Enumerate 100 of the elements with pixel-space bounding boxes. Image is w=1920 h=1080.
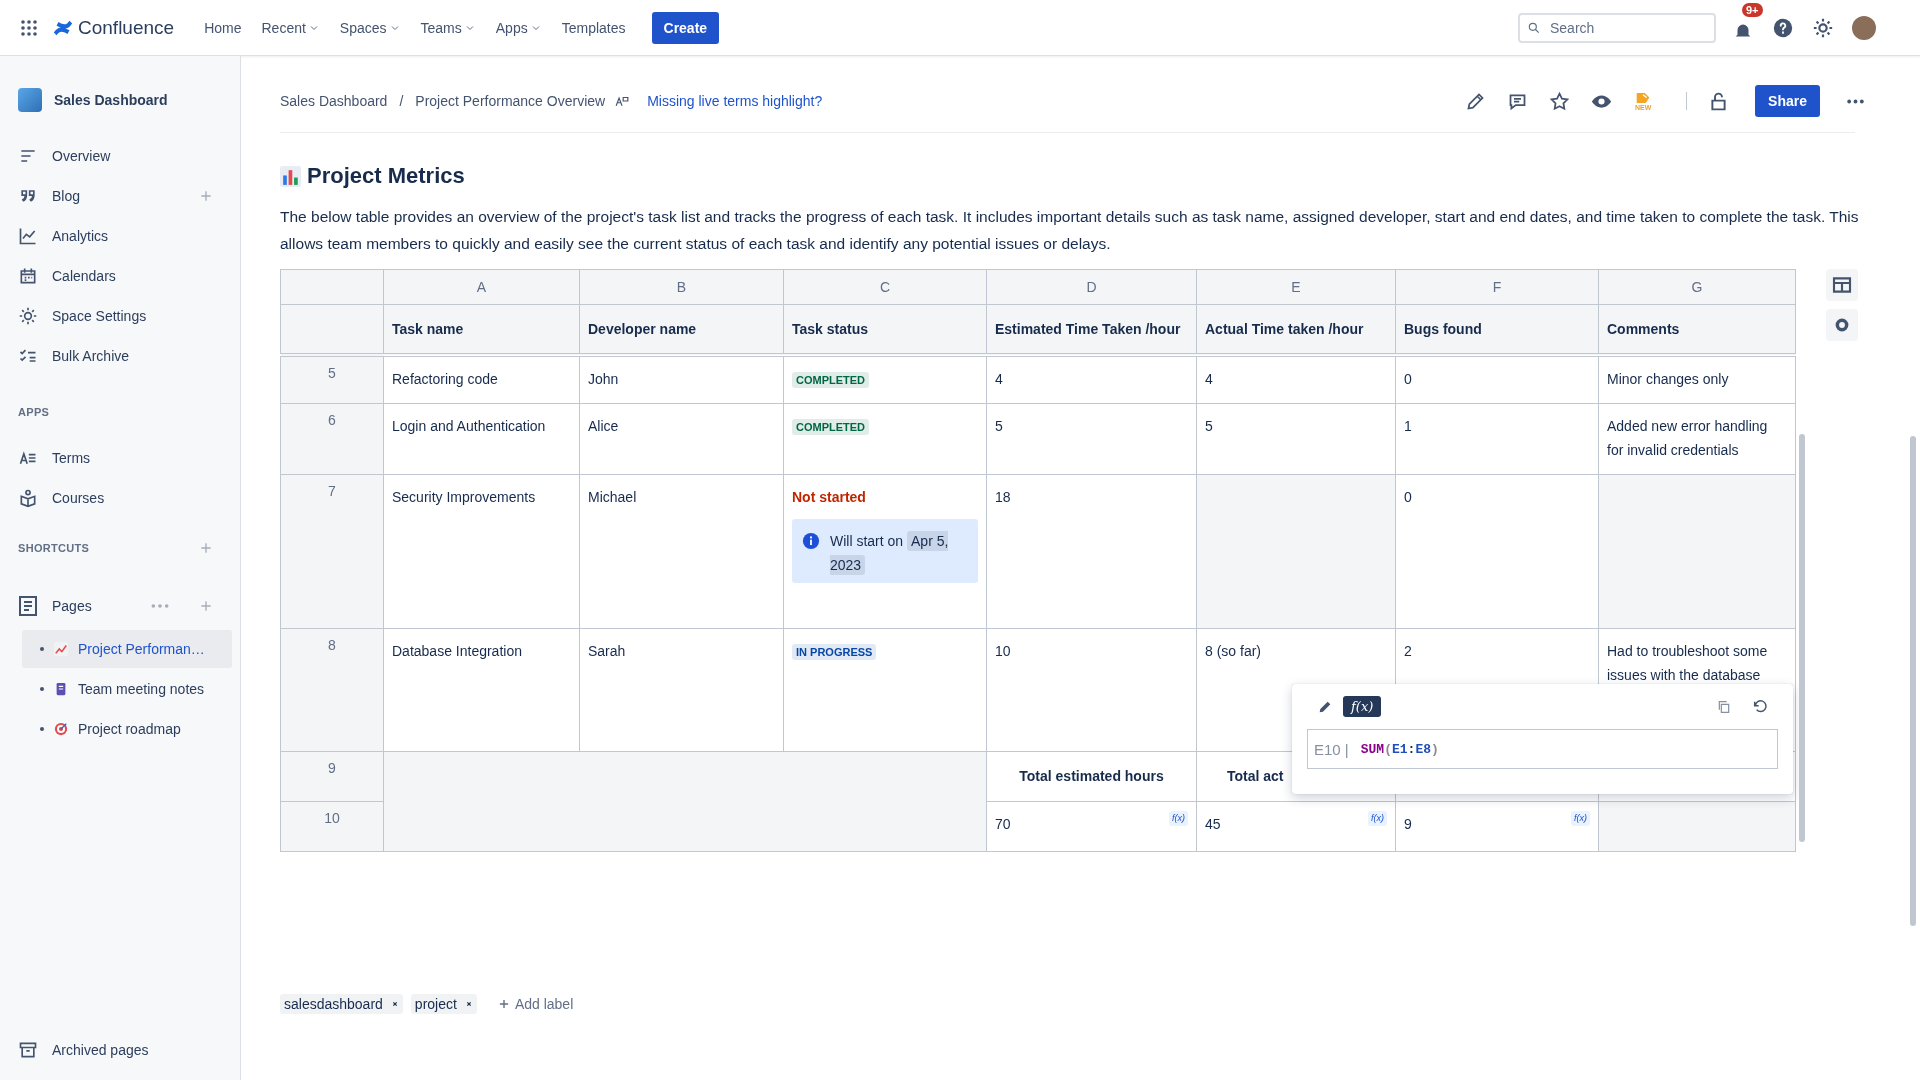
space-name[interactable]: Sales Dashboard: [54, 92, 168, 108]
line-chart-icon[interactable]: [18, 226, 38, 246]
book-person-icon[interactable]: [18, 488, 38, 508]
app-grid-icon[interactable]: [20, 18, 38, 37]
nav-menu-button[interactable]: Teams: [412, 13, 484, 42]
page-scrollbar[interactable]: [1910, 436, 1916, 926]
column-letter[interactable]: F: [1395, 269, 1599, 305]
table-cell: John: [579, 355, 784, 404]
calendar-icon[interactable]: [18, 266, 38, 286]
sidebar-item[interactable]: Overview: [52, 148, 230, 164]
row-number: 7: [280, 474, 384, 629]
nav-menu-button[interactable]: Home: [196, 13, 250, 42]
breadcrumb-separator: /: [399, 93, 404, 109]
row-number: 6: [280, 403, 384, 475]
search-icon[interactable]: [1527, 20, 1541, 35]
sidebar-item[interactable]: Terms: [52, 450, 230, 466]
label-tag[interactable]: salesdashboard: [280, 994, 403, 1014]
sidebar-item[interactable]: Space Settings: [52, 308, 230, 324]
formula-badge[interactable]: f(x): [1571, 811, 1590, 826]
status-lozenge: IN PROGRESS: [792, 644, 877, 660]
scrollbar[interactable]: [1799, 434, 1805, 842]
sidebar-item[interactable]: Calendars: [52, 268, 230, 284]
table-cell: 4: [986, 355, 1197, 404]
column-letter[interactable]: D: [986, 269, 1197, 305]
notebook-icon: [54, 682, 68, 696]
nav-menu-button[interactable]: Apps: [487, 13, 550, 42]
bullet-icon: [40, 647, 44, 651]
row-number: 9: [280, 751, 384, 802]
notification-count: 9+: [1742, 2, 1763, 17]
column-letter[interactable]: B: [579, 269, 784, 305]
column-letter[interactable]: C: [783, 269, 987, 305]
copy-icon[interactable]: [1716, 698, 1732, 715]
sidebar-item[interactable]: Analytics: [52, 228, 230, 244]
avatar[interactable]: [1852, 15, 1876, 40]
page-tree-item[interactable]: Project Performan…: [22, 630, 232, 668]
info-text: Will start on Apr 5, 2023: [830, 530, 950, 577]
terms-link[interactable]: Missing live terms highlight?: [647, 93, 823, 109]
share-button[interactable]: Share: [1755, 85, 1820, 117]
column-header: Task name: [383, 304, 580, 355]
remove-icon[interactable]: [464, 1000, 473, 1008]
table-cell: Sarah: [579, 628, 784, 752]
breadcrumb-link[interactable]: Project Performance Overview: [415, 93, 606, 109]
page-tree-item[interactable]: Project roadmap: [22, 710, 232, 748]
table-cell: 0: [1395, 474, 1599, 629]
info-icon: [802, 532, 820, 550]
page-title: Project Metrics: [307, 163, 465, 189]
sidebar-item[interactable]: Bulk Archive: [52, 348, 230, 364]
sidebar-item[interactable]: Archived pages: [52, 1042, 230, 1058]
create-button[interactable]: Create: [651, 11, 720, 44]
page-tree-item[interactable]: Team meeting notes: [22, 670, 232, 708]
remove-icon[interactable]: [390, 1000, 399, 1008]
table-cell: Login and Authentication: [383, 403, 580, 475]
formula-button[interactable]: f(x): [1343, 696, 1382, 717]
star-icon[interactable]: [1549, 90, 1571, 112]
help-icon[interactable]: [1772, 16, 1794, 39]
document-icon[interactable]: [16, 594, 40, 618]
table-cell: Refactoring code: [383, 355, 580, 404]
undo-icon[interactable]: [1752, 698, 1768, 715]
formula-badge[interactable]: f(x): [1368, 811, 1387, 826]
status-lozenge: COMPLETED: [792, 419, 870, 435]
row-number: 10: [280, 801, 384, 852]
product-name[interactable]: Confluence: [78, 16, 175, 39]
column-header: Estimated Time Taken /hour: [986, 304, 1197, 355]
page-description: The below table provides an overview of the project's task list and tracks the progress of each task. It includes important details such as task name, assigned developer, start and end dates, and time taken to complete the task. This allows team members to quickly and easily see the current status of each task and identify any potential issues or delays.: [280, 207, 1860, 254]
formula-badge[interactable]: f(x): [1169, 811, 1188, 826]
nav-menu-button[interactable]: Recent: [253, 13, 328, 42]
section-heading: APPS: [18, 406, 51, 418]
table-cell: 4: [1196, 355, 1396, 404]
sidebar-item[interactable]: Pages: [52, 598, 136, 614]
table-cell: 9: [1404, 816, 1412, 832]
status-text: Not started: [792, 489, 866, 505]
table-cell: 70: [995, 816, 1011, 832]
target-icon: [54, 722, 68, 736]
table-cell: 0: [1395, 355, 1599, 404]
sidebar-item[interactable]: Blog: [52, 188, 184, 204]
more-icon[interactable]: [1846, 97, 1865, 105]
table-icon[interactable]: [1825, 269, 1859, 301]
table-cell: Michael: [579, 474, 784, 629]
nav-menu-button[interactable]: Templates: [553, 13, 634, 42]
row-number: 8: [280, 628, 384, 752]
space-logo-icon: [18, 88, 42, 112]
column-header: Bugs found: [1395, 304, 1599, 355]
nav-menu-button[interactable]: Spaces: [331, 13, 409, 42]
column-letter[interactable]: E: [1196, 269, 1396, 305]
bullet-icon: [40, 687, 44, 691]
archive-box-icon[interactable]: [18, 1040, 38, 1060]
column-header: Comments: [1598, 304, 1796, 355]
row-number: 5: [280, 355, 384, 404]
search-field[interactable]: Search: [1518, 12, 1716, 43]
column-letter[interactable]: G: [1598, 269, 1796, 305]
bullet-icon: [40, 727, 44, 731]
add-label-button[interactable]: Add label: [490, 995, 580, 1013]
label-tag[interactable]: project: [410, 994, 477, 1014]
table-cell: Added new error handling for invalid credentials: [1598, 403, 1796, 475]
sidebar-item[interactable]: Courses: [52, 490, 230, 506]
table-cell: 18: [986, 474, 1197, 629]
text-size-icon[interactable]: [615, 94, 630, 108]
column-letter[interactable]: A: [383, 269, 580, 305]
breadcrumb-link[interactable]: Sales Dashboard: [280, 93, 388, 109]
table-cell: Alice: [579, 403, 784, 475]
